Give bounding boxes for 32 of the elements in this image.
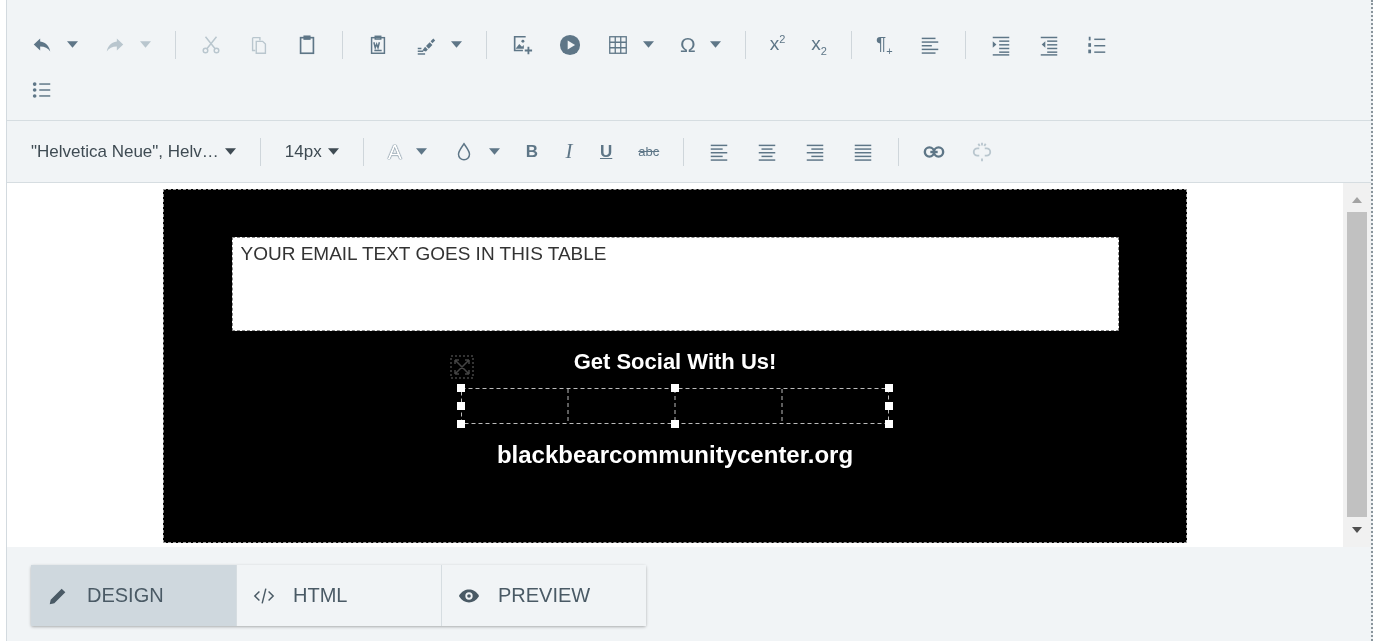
table-icon <box>607 33 629 56</box>
move-handle-icon[interactable] <box>449 355 474 379</box>
superscript-button[interactable]: x$^{2}$ <box>763 27 792 62</box>
paragraph-mark-button[interactable]: ¶$_{+}$ <box>869 27 899 62</box>
social-heading: Get Social With Us! <box>573 349 777 374</box>
caret-icon <box>67 41 78 48</box>
bold-button[interactable]: B <box>519 134 544 169</box>
caret-icon <box>488 148 500 155</box>
mode-tab[interactable]: DESIGN <box>31 565 236 626</box>
mode-tab[interactable]: PREVIEW <box>441 565 646 626</box>
caret-icon <box>140 41 151 48</box>
broken-link-icon <box>971 140 994 163</box>
email-text-box[interactable]: YOUR EMAIL TEXT GOES IN THIS TABLE <box>231 237 1119 331</box>
image-icon <box>511 33 533 56</box>
website-text: blackbearcommunitycenter.org <box>496 441 854 469</box>
special-character-button[interactable]: Ω <box>674 27 727 62</box>
strikethrough-button[interactable]: abc <box>632 134 666 169</box>
font-color-button[interactable]: A <box>381 134 433 169</box>
italic-button[interactable]: I <box>558 134 580 169</box>
subscript-button[interactable]: x$_{2}$ <box>805 27 833 62</box>
play-circle-icon <box>559 33 581 56</box>
selected-table-drawing[interactable] <box>457 384 893 428</box>
underline-button[interactable]: U <box>594 134 619 169</box>
font-size-select[interactable]: 14px <box>278 134 345 169</box>
caret-icon <box>451 41 462 48</box>
caret-icon <box>327 148 339 155</box>
caret-icon <box>415 148 427 155</box>
mode-tab[interactable]: HTML <box>236 565 441 626</box>
caret-icon <box>709 41 721 48</box>
caret-icon <box>224 148 236 155</box>
font-family-select[interactable]: "Helvetica Neue", Helv… <box>25 134 242 169</box>
caret-icon <box>643 41 654 48</box>
